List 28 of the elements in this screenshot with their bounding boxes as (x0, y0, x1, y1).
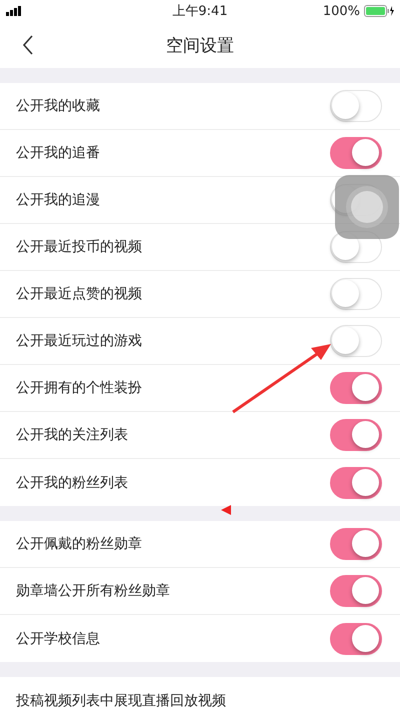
battery-charging-icon (364, 5, 394, 17)
setting-label: 投稿视频列表中展现直播回放视频 (16, 692, 226, 710)
signal-icon (6, 6, 22, 16)
toggle-switch[interactable] (330, 466, 382, 498)
setting-label: 勋章墙公开所有粉丝勋章 (16, 582, 170, 600)
back-icon[interactable] (22, 35, 34, 55)
setting-label: 公开拥有的个性装扮 (16, 379, 142, 397)
setting-label: 公开我的收藏 (16, 97, 100, 115)
toggle-switch[interactable] (330, 575, 382, 607)
triangle-icon (221, 505, 231, 515)
setting-label: 公开我的追番 (16, 144, 100, 162)
toggle-switch[interactable] (330, 372, 382, 404)
toggle-switch[interactable] (330, 622, 382, 654)
setting-label: 公开我的追漫 (16, 191, 100, 209)
battery-percent: 100% (322, 4, 360, 18)
setting-label: 公开我的粉丝列表 (16, 474, 128, 492)
toggle-switch[interactable] (330, 419, 382, 451)
page-title: 空间设置 (166, 34, 234, 56)
setting-label: 公开我的关注列表 (16, 426, 128, 444)
setting-label: 公开学校信息 (16, 630, 100, 648)
floating-touch-overlay[interactable] (335, 175, 399, 239)
setting-label: 公开佩戴的粉丝勋章 (16, 535, 142, 553)
status-time: 上午9:41 (172, 3, 228, 20)
toggle-switch[interactable] (330, 137, 382, 169)
setting-label: 公开最近玩过的游戏 (16, 332, 142, 350)
setting-label: 公开最近点赞的视频 (16, 285, 142, 303)
toggle-switch[interactable] (330, 528, 382, 560)
setting-label: 公开最近投币的视频 (16, 238, 142, 256)
